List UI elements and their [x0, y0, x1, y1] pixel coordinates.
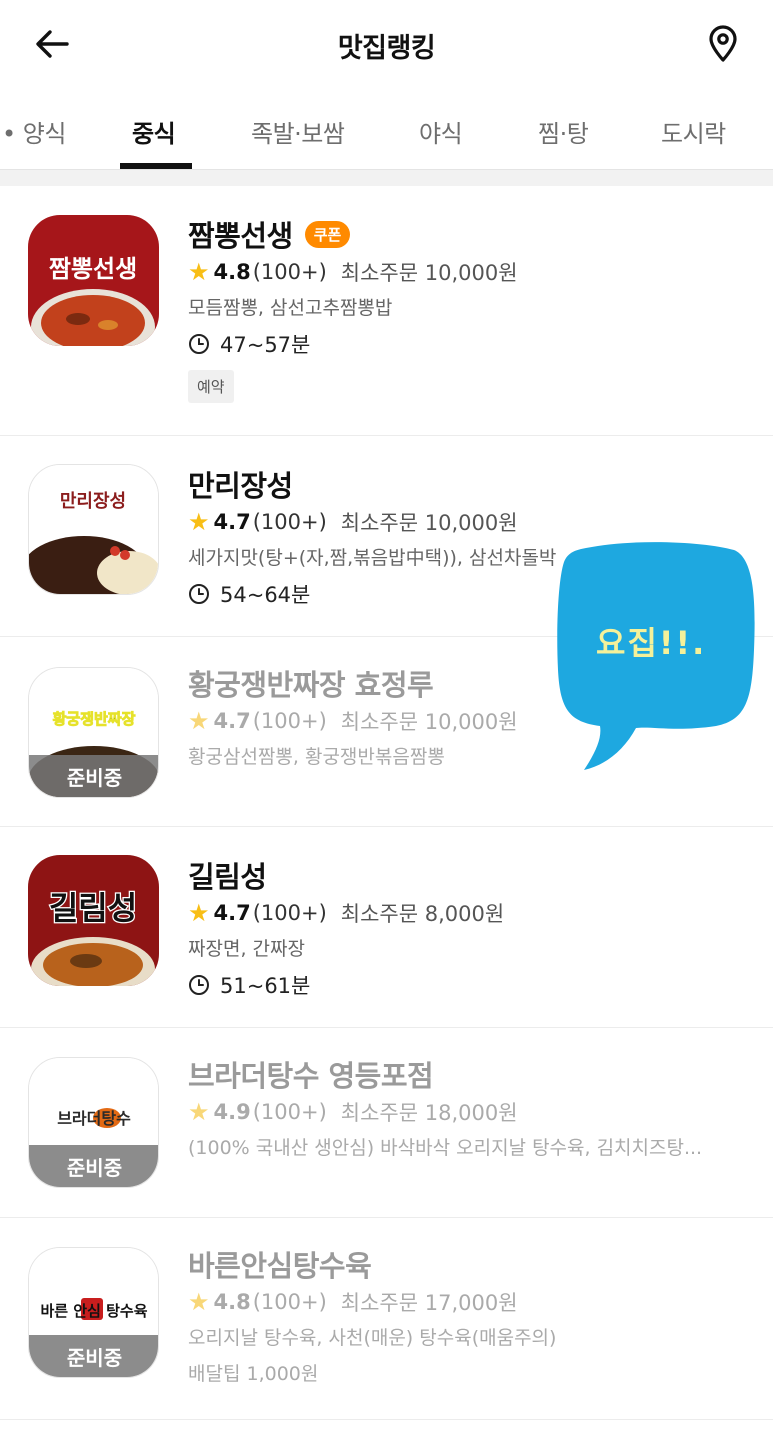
coupon-badge: 쿠폰 [304, 220, 351, 248]
restaurant-name: 황궁쟁반짜장 효정루 [188, 668, 434, 702]
restaurant-info: 바른안심탕수육 ★ 4.8 (100+) 최소주문 17,000원 오리지날 탕… [188, 1244, 753, 1392]
delivery-time-row: 47~57분 [188, 326, 753, 362]
delivery-time: 54~64분 [220, 583, 311, 607]
star-icon: ★ [188, 508, 210, 536]
star-icon: ★ [188, 258, 210, 286]
section-divider [0, 170, 773, 186]
restaurant-info: 길림성 ★ 4.7 (100+) 최소주문 8,000원 짜장면, 간짜장 51… [188, 855, 753, 1003]
restaurant-name: 길림성 [188, 860, 267, 894]
restaurant-thumbnail: 만리장성 [28, 464, 159, 595]
min-order: 최소주문 10,000원 [340, 511, 518, 535]
min-order: 최소주문 10,000원 [340, 261, 518, 285]
clock-icon [189, 334, 209, 354]
preparing-overlay: 준비중 [29, 755, 158, 797]
thumbnail-label: 만리장성 [60, 491, 126, 512]
thumbnail-label: 브라더탕수 [57, 1109, 131, 1128]
location-pin-icon [709, 25, 737, 62]
restaurant-thumbnail: 황궁쟁반짜장 준비중 [28, 667, 159, 798]
rating-score: 4.9 [213, 1100, 251, 1124]
review-count: (100+) [252, 901, 327, 925]
restaurant-info: 브라더탕수 영등포점 ★ 4.9 (100+) 최소주문 18,000원 (10… [188, 1054, 753, 1166]
tab-jokbal-bossam[interactable]: 족발·보쌈 [251, 114, 345, 149]
preparing-overlay: 준비중 [29, 1335, 158, 1377]
review-count: (100+) [252, 709, 327, 733]
rating-row: ★ 4.7 (100+) 최소주문 8,000원 [188, 895, 753, 931]
menu-summary: 모듬짬뽕, 삼선고추짬뽕밥 [188, 297, 393, 319]
sticker-text: 요집!!. [596, 624, 707, 662]
location-button[interactable] [701, 20, 745, 68]
restaurant-thumbnail: 브라더탕수 준비중 [28, 1057, 159, 1188]
restaurant-thumbnail: 짬뽕선생 [28, 215, 159, 346]
restaurant-thumbnail: 바른 안심 탕수육 준비중 [28, 1247, 159, 1378]
thumbnail-label: 바른 안심 탕수육 [40, 1302, 147, 1320]
menu-summary: 오리지날 탕수육, 사천(매운) 탕수육(매움주의) [188, 1327, 557, 1349]
restaurant-info: 짬뽕선생 쿠폰 ★ 4.8 (100+) 최소주문 10,000원 모듬짬뽕, … [188, 214, 753, 403]
menu-summary: (100% 국내산 생안심) 바삭바삭 오리지날 탕수육, 김치치즈탕... [188, 1137, 703, 1159]
tab-late-night[interactable]: 야식 [419, 114, 463, 149]
rating-score: 4.8 [213, 260, 251, 284]
thumbnail-label: 황궁쟁반짜장 [53, 710, 136, 728]
reservation-tag: 예약 [188, 370, 234, 403]
rating-row: ★ 4.8 (100+) 최소주문 17,000원 [188, 1284, 753, 1320]
restaurant-item[interactable]: 길림성 길림성 ★ 4.7 (100+) 최소주문 8,000원 짜장면, 간짜… [0, 827, 773, 1028]
star-icon: ★ [188, 899, 210, 927]
tab-stew[interactable]: 찜·탕 [538, 114, 589, 149]
delivery-time-row: 51~61분 [188, 967, 753, 1003]
rating-score: 4.7 [213, 510, 251, 534]
restaurant-item[interactable]: 브라더탕수 준비중 브라더탕수 영등포점 ★ 4.9 (100+) 최소주문 1… [0, 1028, 773, 1218]
rating-row: ★ 4.9 (100+) 최소주문 18,000원 [188, 1094, 753, 1130]
rating-score: 4.7 [213, 901, 251, 925]
review-count: (100+) [252, 1100, 327, 1124]
restaurant-name: 짬뽕선생 [188, 219, 293, 253]
restaurant-item[interactable]: 바른 안심 탕수육 준비중 바른안심탕수육 ★ 4.8 (100+) 최소주문 … [0, 1218, 773, 1420]
preparing-overlay: 준비중 [29, 1145, 158, 1187]
tab-chinese[interactable]: 중식 [132, 114, 176, 149]
category-tabs: • 양식 중식 족발·보쌈 야식 찜·탕 도시락 [0, 100, 773, 170]
tab-western[interactable]: • 양식 [2, 114, 66, 149]
menu-summary: 짜장면, 간짜장 [188, 938, 305, 960]
rating-row: ★ 4.8 (100+) 최소주문 10,000원 [188, 254, 753, 290]
delivery-time: 47~57분 [220, 333, 311, 357]
thumbnail-label: 짬뽕선생 [49, 255, 137, 283]
review-count: (100+) [252, 260, 327, 284]
delivery-time: 51~61분 [220, 974, 311, 998]
restaurant-name: 브라더탕수 영등포점 [188, 1059, 434, 1093]
restaurant-thumbnail: 길림성 [28, 855, 159, 986]
min-order: 최소주문 18,000원 [340, 1101, 518, 1125]
delivery-tip: 배달팁 1,000원 [188, 1363, 319, 1385]
min-order: 최소주문 10,000원 [340, 710, 518, 734]
review-count: (100+) [252, 510, 327, 534]
star-icon: ★ [188, 1288, 210, 1316]
restaurant-item[interactable]: 짬뽕선생 짬뽕선생 쿠폰 ★ 4.8 (100+) 최소주문 10,000원 모… [0, 186, 773, 436]
restaurant-name: 바른안심탕수육 [188, 1249, 372, 1283]
rating-score: 4.8 [213, 1290, 251, 1314]
star-icon: ★ [188, 1098, 210, 1126]
clock-icon [189, 584, 209, 604]
rating-score: 4.7 [213, 709, 251, 733]
review-count: (100+) [252, 1290, 327, 1314]
app-header: 맛집랭킹 [0, 0, 773, 88]
restaurant-name: 만리장성 [188, 469, 293, 503]
clock-icon [189, 975, 209, 995]
page-title: 맛집랭킹 [337, 33, 436, 64]
min-order: 최소주문 17,000원 [340, 1291, 518, 1315]
star-icon: ★ [188, 707, 210, 735]
rating-row: ★ 4.7 (100+) 최소주문 10,000원 [188, 504, 753, 540]
min-order: 최소주문 8,000원 [340, 902, 505, 926]
thumbnail-label: 길림성 [49, 889, 137, 927]
active-tab-indicator [120, 163, 192, 169]
tab-lunchbox[interactable]: 도시락 [661, 114, 726, 149]
